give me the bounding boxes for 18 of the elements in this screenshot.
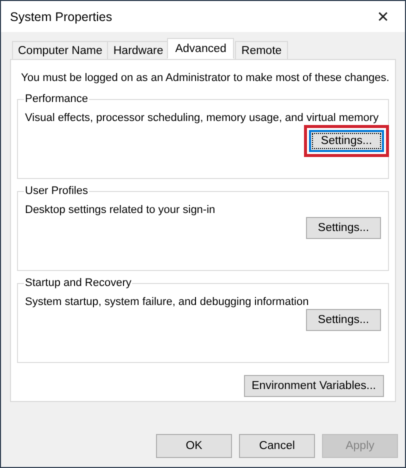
tab[interactable]: Advanced bbox=[167, 38, 234, 59]
tab[interactable]: Computer Name bbox=[12, 41, 108, 59]
notice-text: You must be logged on as an Administrator to make most of these changes. bbox=[21, 71, 390, 85]
group-title: Performance bbox=[24, 93, 89, 105]
settings-button[interactable]: Settings... bbox=[306, 309, 381, 331]
dialog-button[interactable]: OK bbox=[156, 434, 232, 458]
group-description: Desktop settings related to your sign-in bbox=[25, 203, 216, 217]
group-title: User Profiles bbox=[24, 185, 89, 197]
window-title: System Properties bbox=[10, 10, 112, 24]
tab[interactable]: Remote bbox=[235, 41, 288, 59]
close-button[interactable]: ✕ bbox=[361, 1, 405, 32]
environment-variables-button[interactable]: Environment Variables... bbox=[244, 375, 384, 397]
dialog-button[interactable]: Cancel bbox=[239, 434, 315, 458]
settings-button[interactable]: Settings... bbox=[309, 130, 384, 152]
settings-button[interactable]: Settings... bbox=[306, 217, 381, 239]
group-description: System startup, system failure, and debugging information bbox=[25, 295, 309, 309]
group-title: Startup and Recovery bbox=[24, 277, 132, 289]
group-description: Visual effects, processor scheduling, memory usage, and virtual memory bbox=[25, 111, 379, 125]
